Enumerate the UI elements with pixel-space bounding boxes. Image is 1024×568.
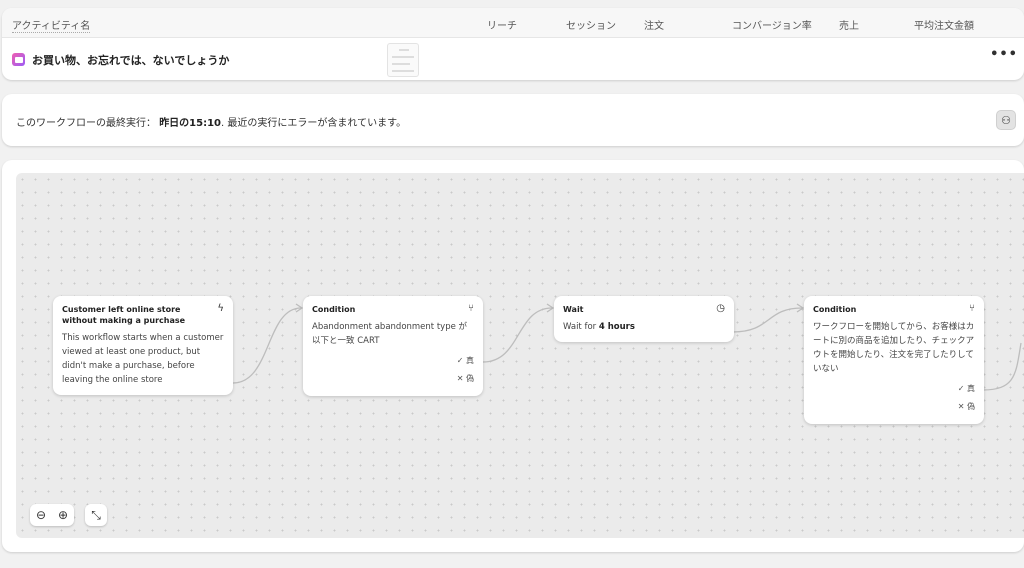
check-icon: ✓ <box>957 384 967 393</box>
column-orders[interactable]: 注文 <box>644 17 664 32</box>
column-aov[interactable]: 平均注文金額 <box>914 17 974 32</box>
last-run-status: このワークフローの最終実行： 昨日の15:10. 最近の実行にエラーが含まれてい… <box>16 118 407 129</box>
column-conversion-rate[interactable]: コンバージョン率 <box>732 17 812 32</box>
activity-table: アクティビティ名 リーチ セッション 注文 コンバージョン率 売上 平均注文金額… <box>2 8 1024 80</box>
x-icon: ✕ <box>456 374 466 383</box>
connector <box>982 342 1022 391</box>
clock-icon: ◷ <box>716 303 725 314</box>
email-icon <box>12 53 25 66</box>
activity-name[interactable]: お買い物、お忘れでは、ないでしょうか <box>32 52 229 68</box>
lightning-icon: ϟ <box>217 303 224 314</box>
zoom-out-icon: ⊖ <box>35 508 47 522</box>
trigger-node[interactable]: Customer left online store without makin… <box>53 296 233 395</box>
workflow-button[interactable]: ⚇ <box>996 110 1016 130</box>
wait-node[interactable]: Wait ◷ Wait for 4 hours <box>554 296 734 342</box>
table-header: アクティビティ名 リーチ セッション 注文 コンバージョン率 売上 平均注文金額 <box>2 8 1024 38</box>
check-icon: ✓ <box>456 356 466 365</box>
column-sessions[interactable]: セッション <box>566 17 616 32</box>
false-branch: ✕ 偽 <box>456 374 474 383</box>
table-row[interactable]: お買い物、お忘れでは、ないでしょうか ••• <box>2 38 1024 80</box>
true-branch: ✓ 真 <box>456 356 474 365</box>
connector <box>732 307 803 333</box>
fit-view-icon: ⤡ <box>91 507 101 522</box>
branch-icon: ⑂ <box>468 303 474 314</box>
true-branch: ✓ 真 <box>957 384 975 393</box>
x-icon: ✕ <box>957 402 967 411</box>
column-reach[interactable]: リーチ <box>487 17 517 32</box>
zoom-in-button[interactable]: ⊕ <box>52 504 74 526</box>
column-activity-name[interactable]: アクティビティ名 <box>12 17 91 33</box>
condition-node[interactable]: Condition ⑂ Abandonment abandonment type… <box>303 296 483 396</box>
email-thumbnail <box>387 43 419 77</box>
connector <box>232 307 302 384</box>
condition-node[interactable]: Condition ⑂ ワークフローを開始してから、お客様はカートに別の商品を追… <box>804 296 984 424</box>
zoom-controls: ⊖ ⊕ ⤡ <box>30 504 107 526</box>
last-run-time: 昨日の15:10 <box>159 118 222 129</box>
workflow-status-card: このワークフローの最終実行： 昨日の15:10. 最近の実行にエラーが含まれてい… <box>2 94 1024 146</box>
workflow-canvas-card: Customer left online store without makin… <box>2 160 1024 552</box>
more-actions-button[interactable]: ••• <box>990 47 1018 62</box>
fit-view-button[interactable]: ⤡ <box>85 504 107 526</box>
connector <box>482 307 553 363</box>
workflow-canvas[interactable]: Customer left online store without makin… <box>16 173 1024 538</box>
zoom-out-button[interactable]: ⊖ <box>30 504 52 526</box>
column-sales[interactable]: 売上 <box>839 17 859 32</box>
workflow-icon: ⚇ <box>1001 113 1011 127</box>
branch-icon: ⑂ <box>969 303 975 314</box>
false-branch: ✕ 偽 <box>957 402 975 411</box>
zoom-in-icon: ⊕ <box>57 508 69 522</box>
